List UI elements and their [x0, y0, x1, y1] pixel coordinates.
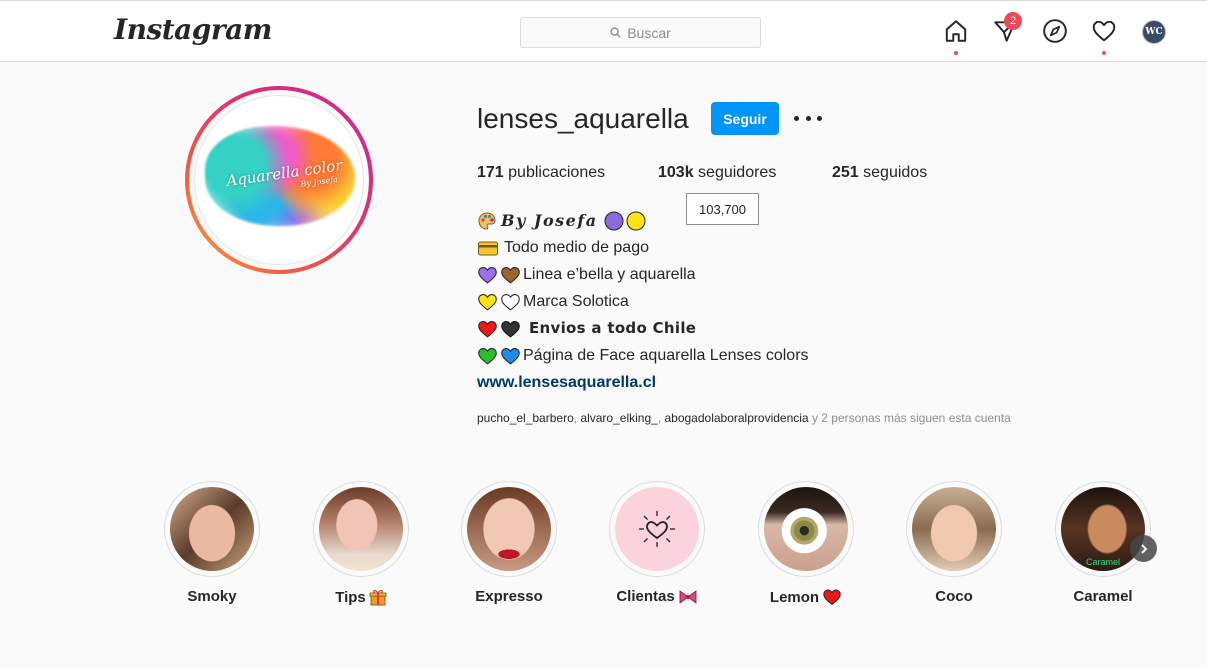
followed-by-text[interactable]: pucho_el_barbero, alvaro_elking_, abogad… [477, 411, 1011, 425]
profile-bio: By Josefa Todo medio de pago Linea e’bel… [477, 207, 809, 396]
red-heart-icon [823, 589, 841, 605]
yellow-circle-icon [626, 211, 646, 231]
highlight-cover [467, 487, 551, 571]
purple-heart-icon [477, 265, 498, 285]
home-notification-dot [954, 51, 958, 55]
highlight-lemon[interactable]: Lemon [758, 481, 854, 606]
explore-button[interactable] [1042, 18, 1068, 44]
bio-website-link[interactable]: www.lensesaquarella.cl [477, 369, 656, 396]
black-heart-icon [500, 319, 521, 339]
direct-button[interactable]: 2 [992, 12, 1022, 44]
highlight-cover [615, 487, 699, 571]
ribbon-icon [679, 589, 697, 604]
white-heart-icon [500, 292, 521, 312]
profile-username: lenses_aquarella [477, 103, 689, 134]
brown-heart-icon [500, 265, 521, 285]
heart-doodle-icon [639, 511, 675, 547]
highlight-cover [764, 487, 848, 571]
compass-icon [1043, 19, 1067, 43]
activity-button[interactable] [1091, 18, 1117, 55]
heart-icon [1092, 20, 1116, 42]
search-icon [610, 27, 621, 38]
credit-card-icon [477, 238, 499, 258]
search-placeholder: Buscar [627, 24, 671, 41]
palette-icon [477, 211, 497, 231]
gift-icon [369, 590, 387, 606]
followers-stat[interactable]: 103k seguidores [658, 164, 776, 182]
blue-heart-icon [500, 346, 521, 366]
highlight-caramel-overlay: Caramel [1085, 557, 1120, 567]
profile-picture: Aquarella color By Josefa [194, 95, 364, 265]
highlight-coco[interactable]: Coco [906, 481, 1002, 605]
direct-badge: 2 [1004, 12, 1022, 30]
highlight-clientas[interactable]: Clientas [609, 481, 705, 605]
home-button[interactable] [943, 18, 969, 55]
following-stat[interactable]: 251 seguidos [832, 164, 927, 182]
instagram-logo[interactable]: Instagram [114, 13, 272, 46]
activity-notification-dot [1102, 51, 1106, 55]
highlight-expresso[interactable]: Expresso [461, 481, 557, 605]
highlight-tips[interactable]: Tips [313, 481, 409, 606]
home-icon [945, 20, 967, 42]
nav-profile-avatar[interactable]: WC [1142, 20, 1166, 44]
top-nav: Instagram Buscar 2 WC [0, 0, 1207, 62]
chevron-right-icon [1140, 543, 1147, 554]
yellow-heart-icon [477, 292, 498, 312]
search-input[interactable]: Buscar [520, 17, 761, 48]
follow-button[interactable]: Seguir [711, 102, 779, 135]
highlight-cover: Caramel [1061, 487, 1145, 571]
highlight-cover [319, 487, 403, 571]
green-heart-icon [477, 346, 498, 366]
red-heart-icon [477, 319, 498, 339]
highlight-smoky[interactable]: Smoky [164, 481, 260, 605]
more-options-icon[interactable] [794, 108, 822, 128]
purple-circle-icon [604, 211, 624, 231]
profile-picture-story-ring[interactable]: Aquarella color By Josefa [185, 86, 373, 274]
posts-stat: 171 publicaciones [477, 164, 606, 181]
highlights-next-button[interactable] [1130, 535, 1157, 562]
highlight-cover [170, 487, 254, 571]
highlight-cover [912, 487, 996, 571]
